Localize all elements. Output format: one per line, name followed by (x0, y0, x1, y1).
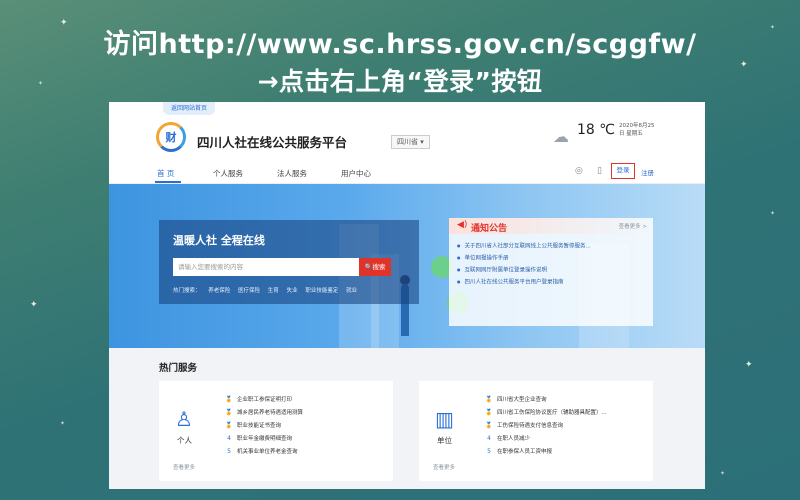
service-item[interactable]: 🏅 四川省工伤保险协议医疗（辅助器具配置）... (485, 406, 607, 419)
service-item[interactable]: 4 职业年金缴费明细查询 (225, 432, 303, 445)
sparkle-icon: ✦ (770, 210, 776, 217)
service-card-organization: ▥ 单位 查看更多 🏅 四川省大型企业查询 🏅 四川省工伤保险协议医疗（辅助器具配置… (419, 381, 653, 481)
service-item[interactable]: 5 机关事业单位养老金查询 (225, 445, 303, 458)
search-icon: 🔍 (364, 263, 373, 271)
service-item[interactable]: 4 在职人员减少 (485, 432, 607, 445)
building-icon: ▥ (435, 407, 454, 431)
site-logo[interactable]: 财 (156, 122, 186, 152)
hot-search-item[interactable]: 养老保险 (208, 288, 230, 294)
hot-search-label: 热门搜索： (173, 288, 201, 294)
wechat-icon[interactable]: ◎ (575, 166, 583, 176)
notice-panel: ◀) 通知公告 查看更多 > 关于四川省人社部分互联网线上公共服务暂停服务...… (449, 218, 653, 326)
nav-home[interactable]: 首 页 (157, 168, 174, 179)
hot-search-item[interactable]: 职业技能鉴定 (305, 288, 338, 294)
cloud-icon: ☁ (553, 127, 569, 146)
rank-number: 5 (227, 448, 231, 455)
service-list: 🏅 四川省大型企业查询 🏅 四川省工伤保险协议医疗（辅助器具配置）... 🏅 工伤保险… (485, 393, 607, 458)
megaphone-icon: ◀) (457, 220, 468, 230)
search-button-label: 搜索 (372, 263, 386, 271)
service-list: 🏅 企业职工参保证明打印 🏅 城乡居民养老待遇适用测算 🏅 职业技能证书查询 4 职业年… (225, 393, 303, 458)
card-more-link[interactable]: 查看更多 (433, 463, 455, 471)
register-link[interactable]: 注册 (641, 167, 654, 177)
hot-search-item[interactable]: 失业 (287, 288, 298, 294)
hot-search-item[interactable]: 生育 (268, 288, 279, 294)
nav-user-center[interactable]: 用户中心 (341, 168, 371, 179)
card-more-link[interactable]: 查看更多 (173, 463, 195, 471)
bronze-medal-icon: 🏅 (485, 422, 493, 429)
service-item-text: 企业职工参保证明打印 (237, 397, 293, 403)
service-item-text: 在职参保人员工资申报 (497, 449, 553, 455)
hero-banner: 温暖人社 全程在线 请输入您要搜索的内容 🔍搜索 热门搜索： 养老保险 医疗保险… (109, 184, 705, 348)
notice-title: 通知公告 (471, 224, 508, 234)
notice-header: ◀) 通知公告 查看更多 > (449, 218, 653, 234)
search-panel: 温暖人社 全程在线 请输入您要搜索的内容 🔍搜索 热门搜索： 养老保险 医疗保险… (159, 220, 419, 304)
service-item[interactable]: 🏅 四川省大型企业查询 (485, 393, 607, 406)
nav-active-indicator (155, 181, 181, 183)
nav-corporate[interactable]: 法人服务 (277, 168, 307, 179)
site-title: 四川人社在线公共服务平台 (197, 135, 348, 150)
notice-more-link[interactable]: 查看更多 > (619, 222, 647, 230)
service-item-text: 工伤保险待遇支付信息查询 (497, 423, 564, 429)
service-item[interactable]: 🏅 企业职工参保证明打印 (225, 393, 303, 406)
service-item-text: 四川省工伤保险协议医疗（辅助器具配置）... (497, 410, 607, 416)
site-header: 返回网站首页 财 四川人社在线公共服务平台 四川省 ▾ ☁ 18 ℃ 2020年… (109, 102, 705, 154)
rank-number: 5 (487, 448, 491, 455)
silver-medal-icon: 🏅 (225, 409, 233, 416)
temperature: 18 ℃ (577, 122, 615, 138)
hot-search-item[interactable]: 就业 (346, 288, 357, 294)
notice-item[interactable]: 关于四川省人社部分互联网线上公共服务暂停服务... (457, 240, 591, 252)
notice-item[interactable]: 互联网网厅附属单位登录操作说明 (457, 264, 591, 276)
date-text: 2020年8月25日 星期五 (619, 123, 655, 137)
notice-list: 关于四川省人社部分互联网线上公共服务暂停服务... 单位网报操作手册 互联网网厅… (457, 240, 591, 288)
hot-search: 热门搜索： 养老保险 医疗保险 生育 失业 职业技能鉴定 就业 (173, 286, 363, 294)
service-item[interactable]: 🏅 职业技能证书查询 (225, 419, 303, 432)
instruction-line-2: →点击右上角“登录”按钮 (257, 67, 543, 96)
instruction-line-1: 访问http://www.sc.hrss.gov.cn/scggfw/ (103, 29, 697, 60)
search-input[interactable]: 请输入您要搜索的内容 (173, 258, 359, 276)
hot-search-item[interactable]: 医疗保险 (238, 288, 260, 294)
website-screenshot: 返回网站首页 财 四川人社在线公共服务平台 四川省 ▾ ☁ 18 ℃ 2020年… (109, 102, 705, 489)
main-nav: 首 页 个人服务 法人服务 用户中心 ◎ ▯ 登录 注册 (109, 154, 705, 184)
mobile-icon[interactable]: ▯ (597, 166, 602, 176)
service-card-personal: ♙ 个人 查看更多 🏅 企业职工参保证明打印 🏅 城乡居民养老待遇适用测算 🏅 职业技… (159, 381, 393, 481)
back-home-link[interactable]: 返回网站首页 (163, 102, 216, 115)
service-item[interactable]: 5 在职参保人员工资申报 (485, 445, 607, 458)
bronze-medal-icon: 🏅 (225, 422, 233, 429)
card-label: 个人 (177, 436, 192, 445)
service-item-text: 职业技能证书查询 (237, 423, 282, 429)
search-button[interactable]: 🔍搜索 (359, 258, 391, 276)
gold-medal-icon: 🏅 (485, 396, 493, 403)
service-item-text: 城乡居民养老待遇适用测算 (237, 410, 304, 416)
service-item[interactable]: 🏅 城乡居民养老待遇适用测算 (225, 406, 303, 419)
card-label: 单位 (437, 436, 452, 445)
banner-heading: 温暖人社 全程在线 (173, 234, 265, 247)
sparkle-icon: ✦ (745, 360, 753, 370)
person-icon: ♙ (175, 407, 193, 431)
gold-medal-icon: 🏅 (225, 396, 233, 403)
service-item-text: 四川省大型企业查询 (497, 397, 547, 403)
province-select[interactable]: 四川省 ▾ (391, 135, 430, 149)
nav-personal[interactable]: 个人服务 (213, 168, 243, 179)
service-item-text: 在职人员减少 (497, 436, 531, 442)
notice-item[interactable]: 四川人社在线公共服务平台用户登录指南 (457, 276, 591, 288)
logo-char: 财 (165, 131, 177, 144)
rank-number: 4 (487, 435, 491, 442)
silver-medal-icon: 🏅 (485, 409, 493, 416)
notice-item[interactable]: 单位网报操作手册 (457, 252, 591, 264)
service-item-text: 职业年金缴费明细查询 (237, 436, 293, 442)
sparkle-icon: ✦ (30, 300, 38, 310)
sparkle-icon: ✦ (60, 420, 66, 427)
sparkle-icon: ✦ (720, 470, 726, 477)
service-item-text: 机关事业单位养老金查询 (237, 449, 298, 455)
service-item[interactable]: 🏅 工伤保险待遇支付信息查询 (485, 419, 607, 432)
login-button[interactable]: 登录 (611, 163, 635, 179)
hot-services-title: 热门服务 (159, 363, 198, 374)
rank-number: 4 (227, 435, 231, 442)
